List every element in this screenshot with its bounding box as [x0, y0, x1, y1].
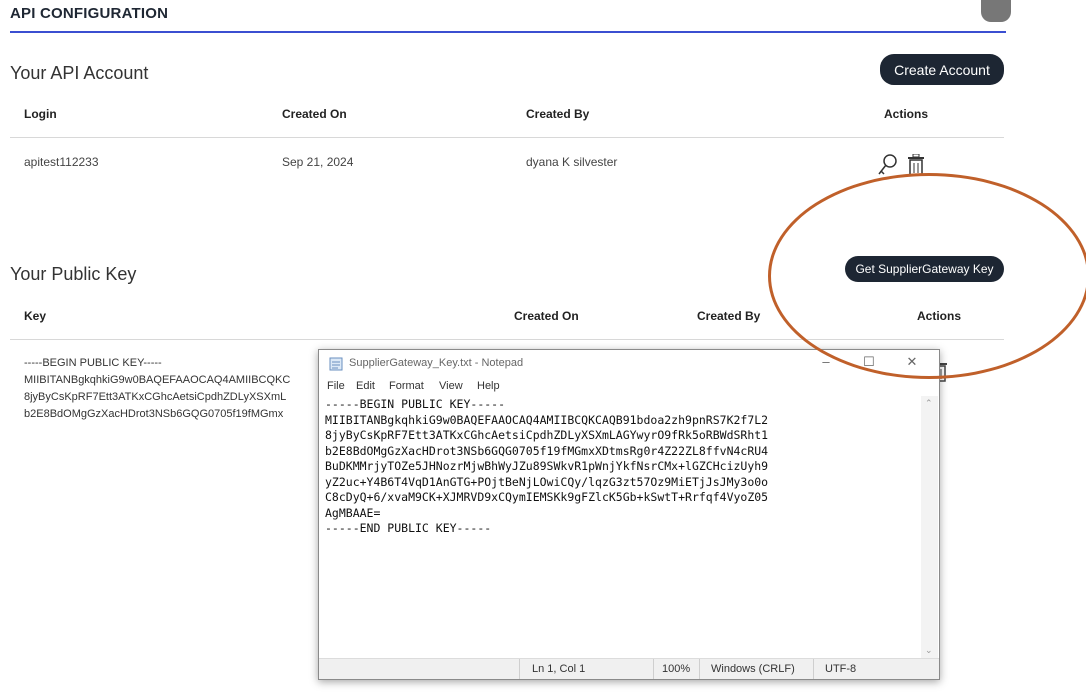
account-login-cell: apitest112233	[24, 155, 99, 169]
corner-tab[interactable]	[981, 0, 1011, 22]
scroll-down-icon[interactable]: ⌄	[925, 645, 933, 656]
scroll-up-icon[interactable]: ⌃	[925, 398, 933, 409]
maximize-icon[interactable]: ☐	[854, 354, 884, 370]
col-key-actions: Actions	[917, 309, 962, 323]
close-icon[interactable]: ✕	[897, 354, 927, 370]
notepad-menu-bar: File Edit Format View Help	[319, 378, 939, 396]
menu-format[interactable]: Format	[389, 380, 424, 392]
col-actions: Actions	[884, 107, 929, 121]
status-encoding: UTF-8	[825, 663, 857, 675]
notepad-scrollbar[interactable]: ⌃ ⌄	[921, 396, 938, 658]
menu-view[interactable]: View	[439, 380, 463, 392]
notepad-text-area[interactable]: -----BEGIN PUBLIC KEY----- MIIBITANBgkqh…	[321, 396, 919, 658]
get-suppliergateway-key-button[interactable]: Get SupplierGateway Key	[845, 256, 1004, 282]
col-key-created-on: Created On	[514, 309, 579, 323]
col-key: Key	[24, 309, 47, 323]
menu-help[interactable]: Help	[477, 380, 500, 392]
key-preview-line-3: 8jyByCsKpRF7Ett3ATKxCGhcAetsiCpdhZDLyXSX…	[24, 391, 287, 403]
api-account-heading: Your API Account	[10, 63, 149, 83]
page-section-title: API CONFIGURATION	[10, 5, 169, 22]
minimize-icon[interactable]: –	[811, 354, 841, 369]
key-preview-line-1: -----BEGIN PUBLIC KEY-----	[24, 357, 162, 369]
key-preview-line-4: b2E8BdOMgGzXacHDrot3NSb6GQG0705f19fMGmx	[24, 408, 284, 420]
col-created-on: Created On	[282, 107, 347, 121]
account-created-by-cell: dyana K silvester	[526, 155, 618, 169]
col-key-created-by: Created By	[697, 309, 761, 323]
status-zoom: 100%	[662, 663, 691, 675]
key-icon[interactable]	[877, 153, 899, 177]
col-login: Login	[24, 107, 57, 121]
title-underline	[10, 31, 1006, 33]
key-preview-line-2: MIIBITANBgkqhkiG9w0BAQEFAAOCAQ4AMIIBCQKC	[24, 374, 291, 386]
notepad-app-icon	[329, 357, 343, 371]
menu-edit[interactable]: Edit	[356, 380, 375, 392]
menu-file[interactable]: File	[327, 380, 345, 392]
notepad-status-bar: Ln 1, Col 1 100% Windows (CRLF) UTF-8	[319, 658, 939, 679]
notepad-window[interactable]: SupplierGateway_Key.txt - Notepad – ☐ ✕ …	[318, 349, 940, 680]
table-header-divider	[10, 137, 1004, 138]
create-account-button[interactable]: Create Account	[880, 54, 1004, 85]
notepad-title-bar[interactable]: SupplierGateway_Key.txt - Notepad – ☐ ✕	[319, 350, 939, 378]
status-line-ending: Windows (CRLF)	[711, 663, 795, 675]
status-position: Ln 1, Col 1	[532, 663, 586, 675]
notepad-title: SupplierGateway_Key.txt - Notepad	[349, 357, 524, 369]
trash-icon[interactable]	[906, 153, 926, 176]
key-table-divider	[10, 339, 1004, 340]
col-created-by: Created By	[526, 107, 590, 121]
public-key-heading: Your Public Key	[10, 264, 137, 284]
account-created-on-cell: Sep 21, 2024	[282, 155, 354, 169]
notepad-content: -----BEGIN PUBLIC KEY----- MIIBITANBgkqh…	[325, 397, 769, 535]
